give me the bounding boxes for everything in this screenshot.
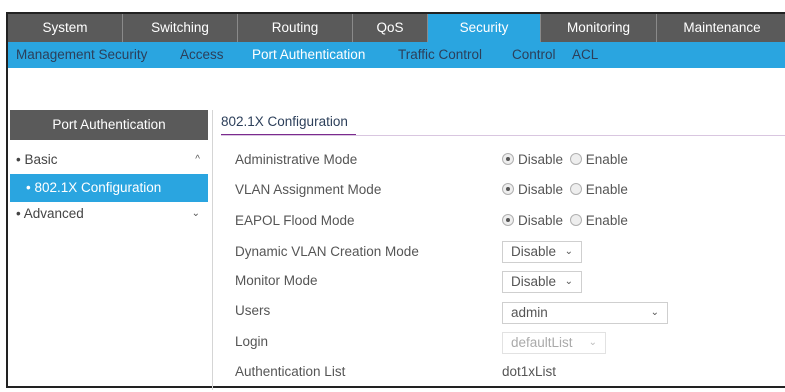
subnav-acl[interactable]: ACL [572, 42, 598, 68]
chevron-down-icon: ⌄ [588, 337, 597, 348]
sub-nav: Management Security Access Port Authenti… [8, 42, 785, 68]
radio-label-disable: Disable [518, 213, 564, 228]
vlan-assignment-mode-radio-group: Disable Enable [502, 180, 628, 200]
administrative-mode-radio-group: Disable Enable [502, 150, 628, 170]
chevron-down-icon[interactable]: ⌄ [192, 200, 200, 228]
vlan-assignment-mode-label: VLAN Assignment Mode [235, 182, 382, 197]
vlan-assignment-mode-enable-radio[interactable] [569, 183, 582, 195]
vlan-assignment-mode-disable-radio[interactable] [502, 183, 514, 195]
subnav-port-authentication[interactable]: Port Authentication [252, 42, 365, 68]
monitor-mode-select[interactable]: Disable ⌄ [502, 271, 582, 293]
app-frame: System Switching Routing QoS Security Mo… [6, 12, 785, 390]
radio-label-enable: Enable [585, 182, 628, 197]
subnav-management-security[interactable]: Management Security [16, 42, 147, 68]
dynamic-vlan-creation-mode-select[interactable]: Disable ⌄ [502, 241, 582, 263]
tab-routing[interactable]: Routing [238, 14, 353, 42]
sidebar-item-label: • Advanced [16, 206, 84, 221]
authentication-list-value: dot1xList [502, 364, 557, 379]
tab-switching[interactable]: Switching [123, 14, 238, 42]
login-label: Login [235, 334, 269, 349]
subnav-traffic-control[interactable]: Traffic Control [398, 42, 482, 68]
administrative-mode-label: Administrative Mode [235, 152, 358, 167]
chevron-up-icon[interactable]: ^ [195, 146, 200, 174]
select-value: admin [511, 305, 548, 320]
select-value: Disable [511, 244, 557, 259]
tab-security[interactable]: Security [428, 14, 541, 42]
administrative-mode-enable-radio[interactable] [569, 153, 582, 165]
radio-label-enable: Enable [585, 152, 628, 167]
login-select: defaultList ⌄ [502, 332, 606, 354]
radio-label-disable: Disable [518, 182, 564, 197]
sidebar-item-8021x-configuration[interactable]: • 802.1X Configuration [10, 174, 208, 202]
eapol-flood-mode-label: EAPOL Flood Mode [235, 213, 355, 228]
radio-label-disable: Disable [518, 152, 564, 167]
eapol-flood-mode-radio-group: Disable Enable [502, 211, 628, 231]
sidebar: Port Authentication • Basic ^ • 802.1X C… [8, 110, 213, 390]
tab-maintenance[interactable]: Maintenance [657, 14, 785, 42]
chevron-down-icon: ⌄ [564, 246, 573, 257]
tab-system[interactable]: System [8, 14, 123, 42]
monitor-mode-label: Monitor Mode [235, 273, 318, 288]
eapol-flood-mode-disable-radio[interactable] [502, 214, 514, 226]
administrative-mode-disable-radio[interactable] [502, 153, 514, 165]
sidebar-item-label: • 802.1X Configuration [26, 180, 162, 195]
radio-label-enable: Enable [585, 213, 628, 228]
sidebar-title: Port Authentication [10, 110, 208, 140]
subnav-access[interactable]: Access [180, 42, 224, 68]
users-label: Users [235, 303, 271, 318]
top-nav: System Switching Routing QoS Security Mo… [8, 14, 785, 42]
dynamic-vlan-creation-mode-label: Dynamic VLAN Creation Mode [235, 244, 419, 259]
subnav-control[interactable]: Control [512, 42, 556, 68]
chevron-down-icon: ⌄ [650, 307, 659, 318]
sidebar-item-label: • Basic [16, 152, 58, 167]
sidebar-item-basic[interactable]: • Basic ^ [10, 146, 208, 174]
tab-monitoring[interactable]: Monitoring [541, 14, 657, 42]
tab-qos[interactable]: QoS [353, 14, 428, 42]
authentication-list-label: Authentication List [235, 364, 346, 379]
users-select[interactable]: admin ⌄ [502, 302, 668, 324]
select-value: defaultList [511, 335, 573, 350]
sidebar-item-advanced[interactable]: • Advanced ⌄ [10, 200, 208, 228]
title-divider [221, 135, 785, 136]
select-value: Disable [511, 274, 557, 289]
page-title: 802.1X Configuration [221, 110, 356, 136]
chevron-down-icon: ⌄ [564, 276, 573, 287]
eapol-flood-mode-enable-radio[interactable] [569, 214, 582, 226]
